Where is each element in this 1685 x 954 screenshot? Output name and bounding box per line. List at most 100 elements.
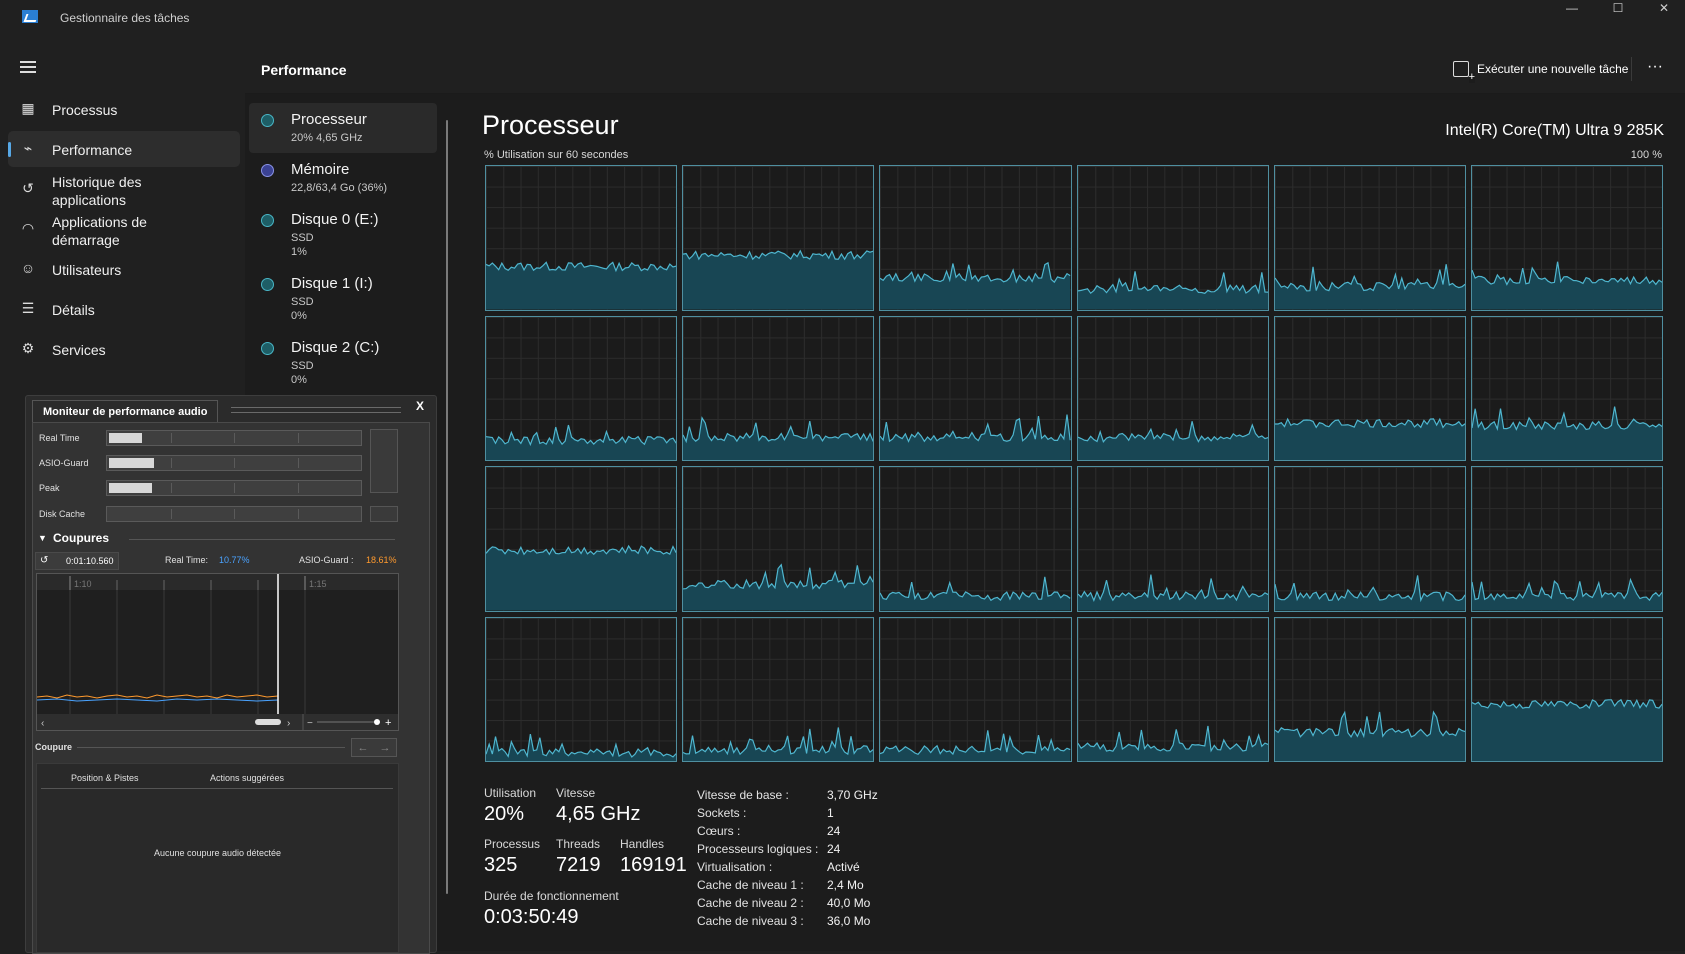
spec-label: Cœurs : [697, 824, 741, 838]
previous-arrow-icon[interactable]: ← [358, 742, 369, 754]
reset-icon[interactable]: ↺ [40, 553, 48, 569]
cpu-core-graph [682, 466, 875, 612]
header-divider [41, 788, 393, 789]
device-name: Disque 2 (C:) [291, 339, 380, 356]
meter-tick [170, 509, 172, 519]
device-name: Mémoire [291, 161, 350, 178]
realtime-meter [106, 430, 362, 446]
dropout-list-panel: Position & Pistes Actions suggérées Aucu… [36, 763, 399, 953]
meter-label: Real Time [39, 433, 80, 443]
utilization-max-label: 100 % [1630, 149, 1662, 161]
dropouts-section-title[interactable]: Coupures [53, 531, 109, 545]
sidebar-item-processes[interactable]: ▦ Processus [8, 91, 240, 127]
sidebar-item-services[interactable]: ⚙ Services [8, 331, 240, 367]
utilization-label: Utilisation [484, 786, 537, 800]
cpu-core-graphs [485, 165, 1663, 762]
header-divider [1631, 57, 1632, 81]
cpu-usage-area [880, 262, 1071, 310]
device-type: SSD [291, 360, 314, 372]
minimize-button[interactable]: — [1549, 0, 1595, 18]
task-manager-icon [22, 10, 38, 23]
cpu-core-graph [1470, 616, 1663, 762]
sidebar-item-details[interactable]: ☰ Détails [8, 291, 240, 327]
utilization-axis-label: % Utilisation sur 60 secondes [484, 149, 629, 161]
spec-label: Sockets : [697, 806, 747, 820]
ruler-label: 1:15 [309, 579, 327, 589]
realtime-label: Real Time: [165, 555, 209, 565]
maximize-button[interactable]: ☐ [1595, 0, 1641, 18]
cpu-usage-area [1471, 261, 1662, 310]
more-options-button[interactable]: ··· [1640, 57, 1670, 81]
performance-icon: ⌁ [23, 140, 33, 156]
svg-text:‹: ‹ [41, 718, 44, 729]
spec-value: 40,0 Mo [827, 896, 871, 910]
dropout-detail-title: Coupure [35, 742, 72, 752]
column-header-position[interactable]: Position & Pistes [71, 773, 139, 783]
spec-value: 24 [827, 824, 841, 838]
cpu-core-graph [1470, 466, 1663, 612]
meter-tick [234, 483, 235, 493]
meter-label: Disk Cache [39, 509, 86, 519]
sidebar-item-startup[interactable]: ◠ Applications de démarrage [8, 211, 240, 251]
cpu-core-graph [1470, 315, 1663, 461]
section-divider [77, 747, 345, 748]
sidebar-item-label: Applications de démarrage [52, 214, 147, 248]
sidebar-item-label: Performance [52, 142, 133, 158]
device-item-disk-2[interactable]: Disque 2 (C:) SSD 0% [249, 331, 437, 395]
device-item-disk-0[interactable]: Disque 0 (E:) SSD 1% [249, 203, 437, 267]
audio-performance-window[interactable]: Moniteur de performance audio X Real Tim… [25, 395, 437, 954]
threads-value: 7219 [556, 854, 601, 876]
device-usage: 0% [291, 310, 307, 322]
cpu-title: Processeur [482, 110, 619, 140]
dropout-timeline[interactable]: 1:10 1:15 ‹ › − + [36, 573, 399, 731]
audio-monitor-body: Real Time ASIO-Guard Peak Disk Cache ▼ C… [32, 422, 430, 954]
cpu-status-dot [261, 114, 274, 127]
asio-guard-meter [106, 455, 362, 471]
dropout-time-box: ↺ 0:01:10.560 [35, 552, 119, 570]
column-header-actions[interactable]: Actions suggérées [210, 773, 284, 783]
close-button[interactable]: ✕ [1641, 0, 1685, 18]
cpu-core-graph [879, 616, 1072, 762]
cpu-usage-area [683, 417, 874, 460]
sidebar-item-performance[interactable]: ⌁ Performance [8, 131, 240, 167]
run-new-task-label: Exécuter une nouvelle tâche [1477, 62, 1629, 76]
spec-value: 36,0 Mo [827, 914, 871, 928]
cpu-core-graph [1273, 315, 1466, 461]
collapse-arrow-icon[interactable]: ▼ [38, 533, 47, 543]
processes-label: Processus [484, 837, 541, 851]
cpu-usage-area [1471, 579, 1662, 611]
startup-icon: ◠ [21, 220, 35, 236]
spec-value: 2,4 Mo [827, 878, 864, 892]
meter-tick [297, 483, 299, 493]
device-list-scrollbar[interactable] [446, 120, 448, 894]
processes-icon: ▦ [21, 100, 35, 116]
device-item-memory[interactable]: Mémoire 22,8/63,4 Go (36%) [249, 153, 437, 203]
cpu-usage-line [683, 727, 873, 754]
dropout-navigation[interactable]: ← → [351, 738, 397, 757]
meter-tick [170, 433, 172, 443]
device-item-cpu[interactable]: Processeur 20% 4,65 GHz [249, 103, 437, 153]
svg-text:+: + [385, 717, 391, 729]
dropout-time: 0:01:10.560 [66, 556, 114, 566]
device-type: SSD [291, 232, 314, 244]
cpu-core-graph [879, 165, 1072, 311]
meter-fill [109, 483, 152, 493]
audio-close-button[interactable]: X [416, 399, 424, 413]
cpu-core-graph [485, 165, 678, 311]
history-icon: ↺ [22, 180, 34, 196]
next-arrow-icon[interactable]: → [380, 742, 391, 754]
sidebar-item-label: Processus [52, 102, 118, 118]
device-item-disk-1[interactable]: Disque 1 (I:) SSD 0% [249, 267, 437, 331]
cpu-core-graph [485, 466, 678, 612]
audio-monitor-tab[interactable]: Moniteur de performance audio [32, 400, 219, 423]
section-divider [129, 539, 395, 540]
overload-indicator [370, 429, 398, 493]
sidebar-item-users[interactable]: ☺ Utilisateurs [8, 251, 240, 287]
sidebar-item-history[interactable]: ↺ Historique des applications [8, 171, 240, 211]
run-new-task-button[interactable]: Exécuter une nouvelle tâche [1443, 55, 1638, 83]
hamburger-menu-icon[interactable] [20, 61, 36, 73]
services-icon: ⚙ [21, 340, 35, 356]
sidebar: ▦ Processus ⌁ Performance ↺ Historique d… [0, 45, 240, 395]
disk-status-dot [261, 342, 274, 355]
cpu-usage-area [486, 546, 677, 611]
